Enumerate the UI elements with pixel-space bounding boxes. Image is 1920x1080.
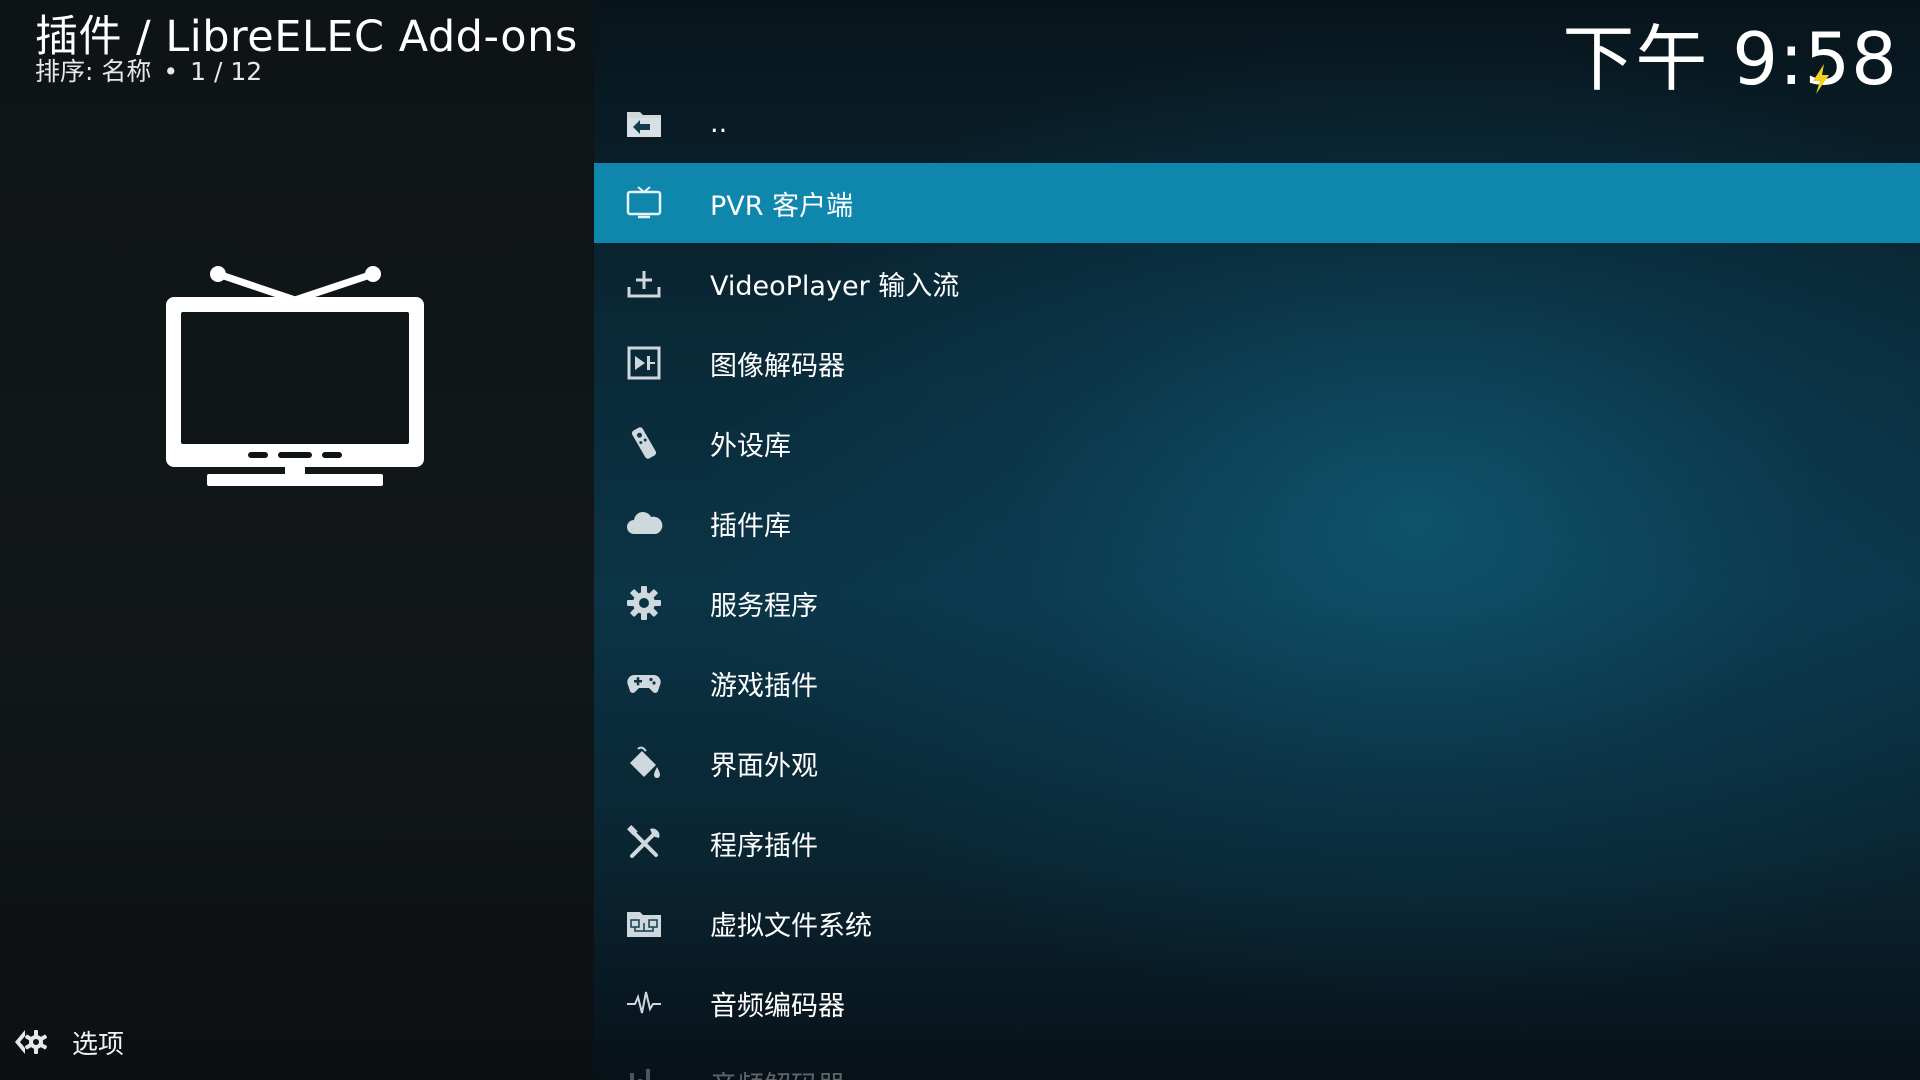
tv-preview-icon xyxy=(166,266,424,486)
list-item-label: 游戏插件 xyxy=(710,670,818,702)
list-item-pvr-clients[interactable]: PVR 客户端 xyxy=(594,163,1920,243)
list-item-image-decoders[interactable]: 图像解码器 xyxy=(594,323,1920,403)
preview-panel xyxy=(0,0,594,1080)
options-icon xyxy=(15,1030,48,1054)
tv-icon xyxy=(624,183,664,223)
list-item-label: 虚拟文件系统 xyxy=(710,910,872,942)
list-item-program-addons[interactable]: 程序插件 xyxy=(594,803,1920,883)
audio-decoder-icon xyxy=(624,1063,664,1080)
list-item-label: 插件库 xyxy=(710,510,791,542)
image-decoder-icon xyxy=(624,343,664,383)
list-item-look-and-feel[interactable]: 界面外观 xyxy=(594,723,1920,803)
addon-category-list: .. PVR 客户端 VideoPlayer 输入流 图像解码器 外设库 插件库… xyxy=(594,83,1920,1080)
paint-bucket-icon xyxy=(624,743,664,783)
download-tray-icon xyxy=(624,263,664,303)
page-title: 插件 / LibreELEC Add-ons xyxy=(35,12,578,62)
list-item-label: VideoPlayer 输入流 xyxy=(710,270,960,302)
list-item-videoplayer-inputstream[interactable]: VideoPlayer 输入流 xyxy=(594,243,1920,323)
list-item-label: 程序插件 xyxy=(710,830,818,862)
cloud-icon xyxy=(624,503,664,543)
options-label: 选项 xyxy=(72,1029,125,1060)
item-position: 1 / 12 xyxy=(190,57,263,86)
options-button[interactable]: 选项 xyxy=(12,1022,124,1062)
remote-control-icon xyxy=(624,423,664,463)
list-item-label: 音频编码器 xyxy=(710,990,845,1022)
list-item-label: 界面外观 xyxy=(710,750,818,782)
list-item-peripheral-libraries[interactable]: 外设库 xyxy=(594,403,1920,483)
vfs-icon xyxy=(624,903,664,943)
separator-dot: • xyxy=(163,57,179,86)
list-item-audio-encoders[interactable]: 音频编码器 xyxy=(594,963,1920,1043)
list-item-label: 服务程序 xyxy=(710,590,818,622)
list-item-addon-repository[interactable]: 插件库 xyxy=(594,483,1920,563)
folder-back-icon xyxy=(624,103,664,143)
list-item-audio-decoders[interactable]: 音频解码器 xyxy=(594,1043,1920,1080)
gear-icon xyxy=(624,583,664,623)
list-item-label: .. xyxy=(710,107,728,139)
sort-info: 排序: 名称 • 1 / 12 xyxy=(35,57,262,87)
list-item-virtual-filesystems[interactable]: 虚拟文件系统 xyxy=(594,883,1920,963)
list-item-label: PVR 客户端 xyxy=(710,190,854,222)
tools-icon xyxy=(624,823,664,863)
list-item-label: 外设库 xyxy=(710,430,791,462)
kodi-addons-screen: 插件 / LibreELEC Add-ons 排序: 名称 • 1 / 12 下午 … xyxy=(0,0,1920,1080)
waveform-icon xyxy=(624,983,664,1023)
gamepad-icon xyxy=(624,663,664,703)
list-item-label: 音频解码器 xyxy=(710,1064,845,1080)
list-item-parent-folder[interactable]: .. xyxy=(594,83,1920,163)
list-item-game-addons[interactable]: 游戏插件 xyxy=(594,643,1920,723)
sort-label: 排序: 名称 xyxy=(35,57,152,86)
list-item-services[interactable]: 服务程序 xyxy=(594,563,1920,643)
list-item-label: 图像解码器 xyxy=(710,350,845,382)
